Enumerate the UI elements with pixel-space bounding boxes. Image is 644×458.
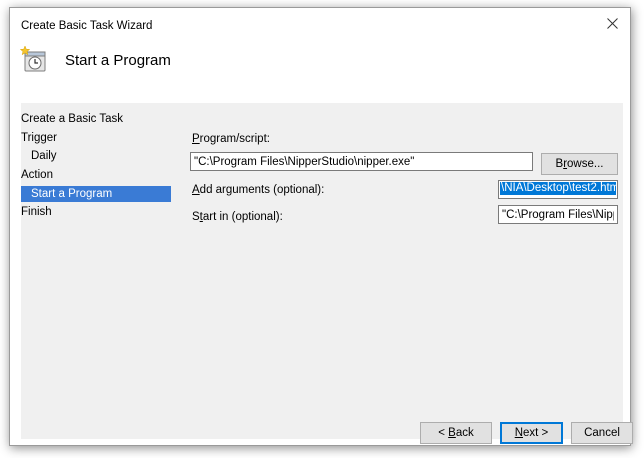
start-in-label: Start in (optional): xyxy=(192,211,283,223)
page-title: Start a Program xyxy=(65,52,171,69)
cancel-label: Cancel xyxy=(584,427,620,439)
program-script-label: Program/script: xyxy=(192,133,270,145)
start-in-input[interactable] xyxy=(498,205,618,224)
step-label: Action xyxy=(21,169,53,181)
step-action[interactable]: Action xyxy=(21,167,53,183)
args-label-text: dd arguments (optional): xyxy=(199,184,325,196)
wizard-header: Start a Program xyxy=(10,40,630,100)
step-label: Trigger xyxy=(21,132,57,144)
startin-label-text: art in (optional): xyxy=(202,211,283,223)
step-label: Create a Basic Task xyxy=(21,113,124,125)
args-label-hotkey: A xyxy=(192,184,200,196)
wizard-window: Create Basic Task Wizard Start a Program xyxy=(9,7,633,446)
back-label-text: ack xyxy=(455,427,474,439)
back-label-pre: < xyxy=(438,427,449,439)
step-trigger[interactable]: Trigger xyxy=(21,130,57,146)
close-button[interactable] xyxy=(598,14,626,36)
back-button[interactable]: < Back xyxy=(420,422,492,444)
add-arguments-label: Add arguments (optional): xyxy=(192,184,324,196)
browse-button[interactable]: Browse... xyxy=(541,153,618,175)
browse-label-post: owse... xyxy=(567,158,604,170)
program-label-text: rogram/script: xyxy=(199,133,270,145)
title-bar: Create Basic Task Wizard xyxy=(10,8,630,40)
step-finish[interactable]: Finish xyxy=(21,204,52,220)
arguments-selected-text: \NIA\Desktop\test2.html xyxy=(500,182,616,195)
program-label-hotkey: P xyxy=(192,133,200,145)
step-create-basic-task[interactable]: Create a Basic Task xyxy=(21,111,123,127)
wizard-body: Create a Basic Task Trigger Daily Action… xyxy=(21,103,633,444)
back-label-hotkey: B xyxy=(448,427,456,439)
task-scheduler-icon xyxy=(19,45,48,73)
step-daily[interactable]: Daily xyxy=(31,148,57,164)
step-start-a-program[interactable]: Start a Program xyxy=(21,186,171,202)
close-icon xyxy=(606,18,618,32)
program-script-input[interactable] xyxy=(190,152,533,171)
add-arguments-input[interactable]: \NIA\Desktop\test2.html xyxy=(498,180,618,199)
startin-label-pre: S xyxy=(192,211,200,223)
step-label: Daily xyxy=(31,150,57,162)
next-button[interactable]: Next > xyxy=(500,422,563,444)
step-label: Start a Program xyxy=(31,188,113,200)
cancel-button[interactable]: Cancel xyxy=(571,422,633,444)
step-label: Finish xyxy=(21,206,52,218)
next-label-hotkey: N xyxy=(514,427,524,439)
window-title: Create Basic Task Wizard xyxy=(21,20,153,32)
next-label-text: ext > xyxy=(523,427,549,439)
